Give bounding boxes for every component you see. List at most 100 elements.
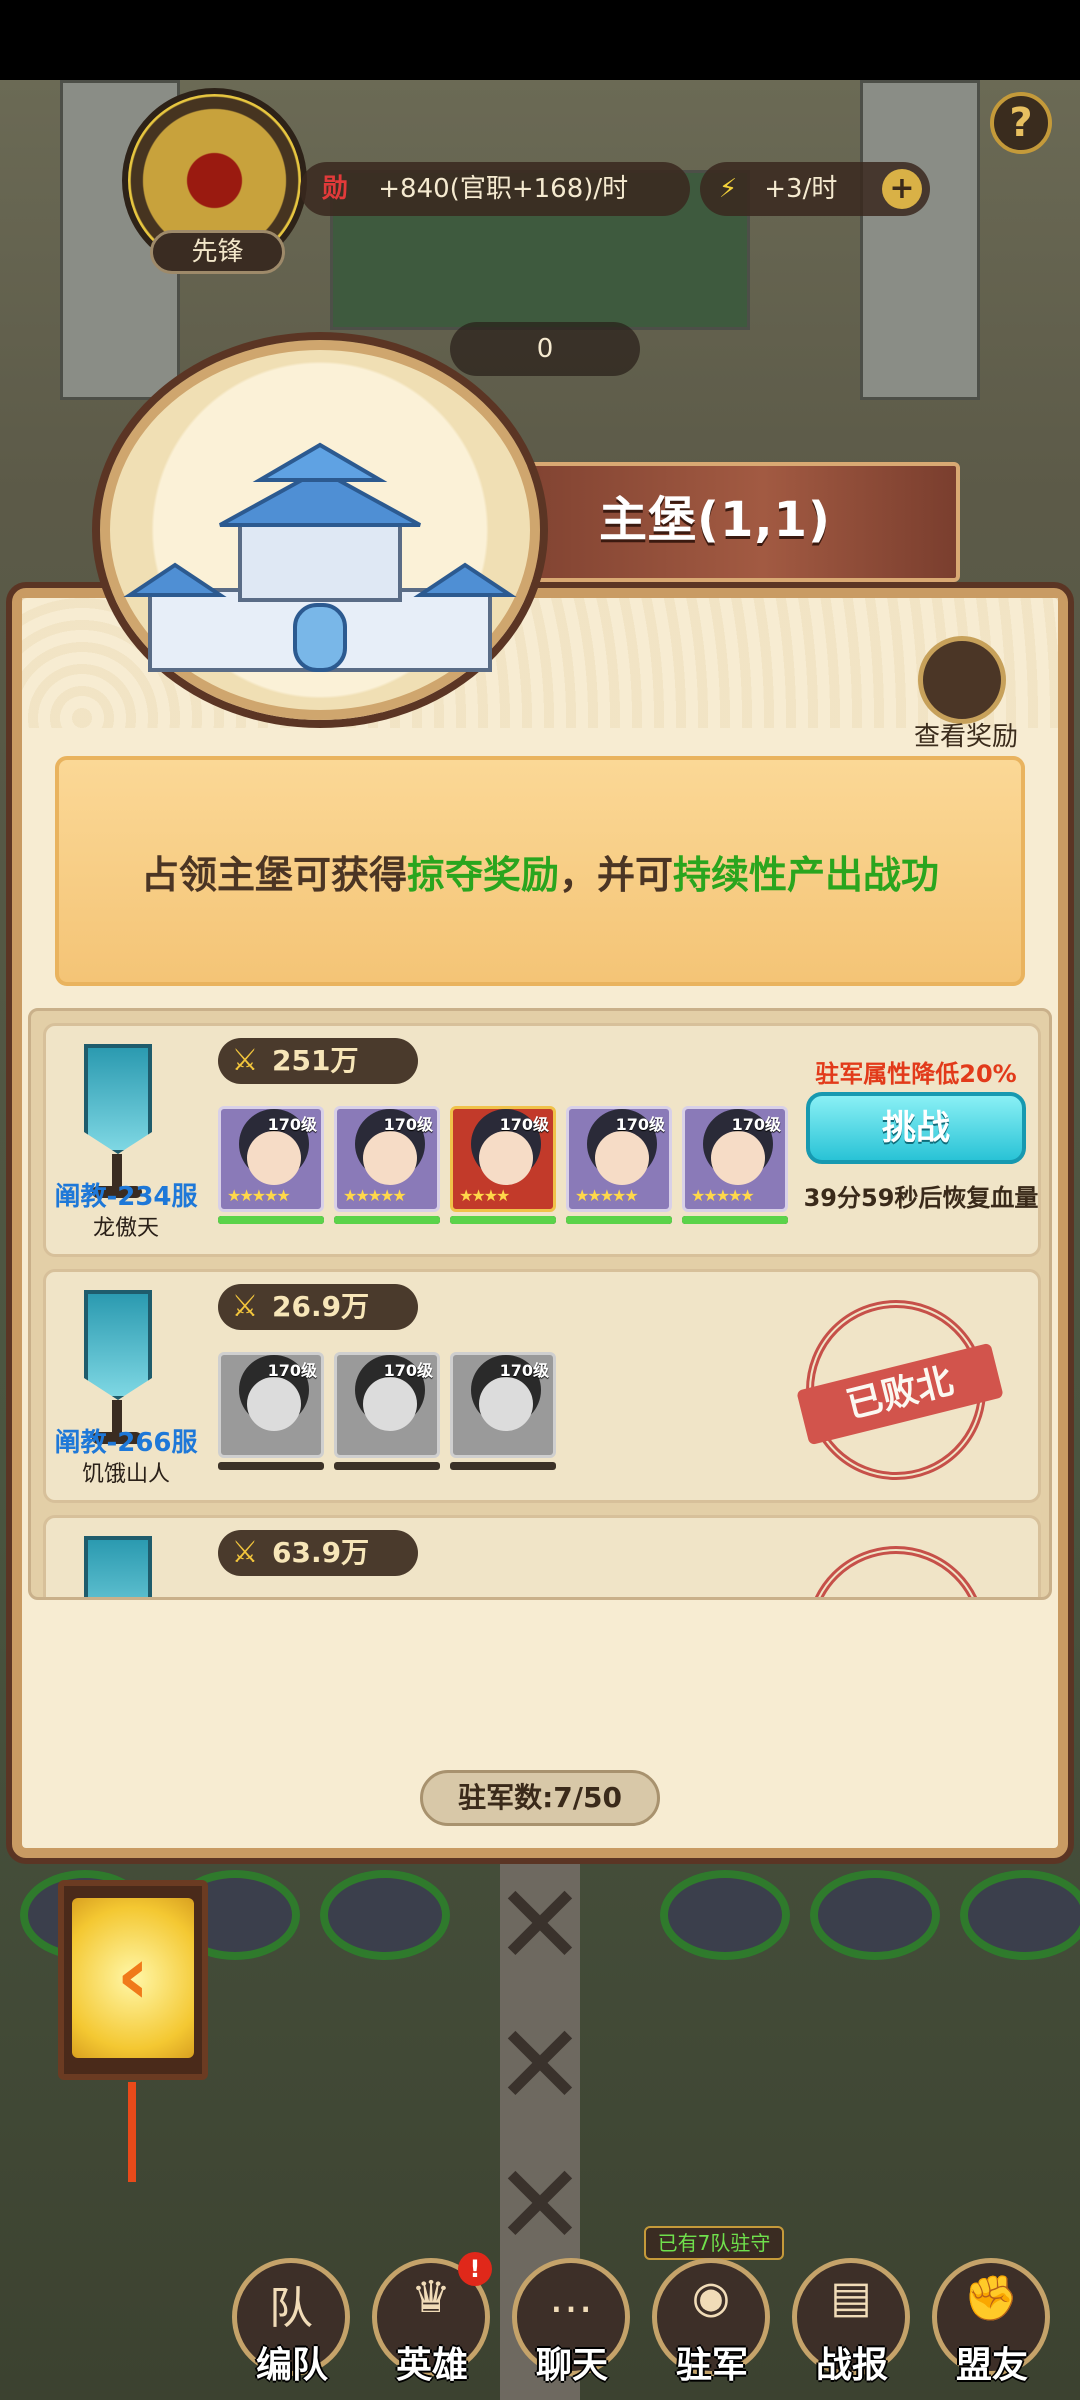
hero-level: 170级 — [383, 1361, 433, 1380]
counter-value: 0 — [536, 334, 554, 364]
barricade-icon: ✕ — [493, 2141, 587, 2269]
view-reward-label[interactable]: 查看奖励 — [896, 716, 1036, 753]
debuff-text: 驻军属性降低20% — [815, 1060, 1017, 1088]
hero-hp-bar — [682, 1216, 788, 1224]
recover-timer: 39分59秒后恢复血量 — [803, 1184, 1039, 1212]
hero-portrait — [479, 1377, 533, 1431]
hp-fill — [566, 1216, 672, 1224]
hero-portrait — [711, 1131, 765, 1185]
garrison-list[interactable]: 阐教-234服 龙傲天 ⚔ 251万 170级 ★★★★★ 170级 ★★★★★ 17… — [28, 1008, 1052, 1600]
player-name: 饥饿山人 — [81, 1462, 170, 1487]
garrison-row: 阐教-266服 饥饿山人 ⚔ 26.9万 170级 170级 170级 已败北 — [43, 1269, 1041, 1503]
chat-icon: … — [549, 2272, 593, 2323]
nav-ally-label[interactable]: 盟友 — [922, 2336, 1062, 2388]
server-name: 阐教-234服 — [54, 1182, 198, 1212]
nav-garrison-label[interactable]: 驻军 — [642, 2336, 782, 2388]
hero-hp-bar — [450, 1216, 556, 1224]
help-icon[interactable]: ? — [990, 92, 1052, 154]
castle-info-box: 占领主堡可获得掠夺奖励，并可持续性产出战功 — [55, 756, 1025, 986]
player-name: 龙傲天 — [92, 1216, 159, 1241]
faction-flag-icon — [84, 1290, 152, 1400]
crossed-swords-icon: ⚔ — [231, 1043, 259, 1078]
hero-portrait — [247, 1131, 301, 1185]
lightning-icon: ⚡ — [718, 174, 738, 204]
hero-portrait — [247, 1377, 301, 1431]
hero-hp-bar — [218, 1462, 324, 1470]
nav-hero-label[interactable]: 英雄 — [362, 2336, 502, 2388]
crossed-swords-icon: ⚔ — [231, 1535, 259, 1570]
garrison-slot[interactable] — [320, 1870, 450, 1960]
hero-card[interactable]: 170级 ★★★★★ — [334, 1106, 440, 1212]
challenge-button[interactable]: 挑战 — [806, 1092, 1026, 1164]
defeat-stamp — [806, 1546, 986, 1597]
ally-icon: ✊ — [963, 2273, 1019, 2324]
hp-fill — [218, 1216, 324, 1224]
hero-stars: ★★★★★ — [691, 1186, 755, 1205]
energy-rate-pill: ⚡ +3/时 + — [700, 162, 930, 216]
hero-card[interactable]: 170级 ★★★★★ — [566, 1106, 672, 1212]
back-button-rope — [128, 2082, 136, 2182]
hp-fill — [682, 1216, 788, 1224]
hero-level: 170级 — [615, 1115, 665, 1134]
hero-card[interactable]: 170级 ★★★★ — [450, 1106, 556, 1212]
info-highlight-merit: 持续性产出战功 — [673, 853, 940, 897]
back-arrow-icon: ‹ — [116, 1929, 150, 2022]
hero-hp-bar — [334, 1462, 440, 1470]
castle-portrait — [100, 340, 540, 720]
nav-chat-label[interactable]: 聊天 — [502, 2336, 642, 2388]
barricade-icon: ✕ — [493, 1861, 587, 1989]
merit-rate: +840(官职+168)/时 — [378, 174, 629, 204]
hero-card[interactable]: 170级 ★★★★★ — [682, 1106, 788, 1212]
hero-card[interactable]: 170级 — [450, 1352, 556, 1458]
hero-card[interactable]: 170级 ★★★★★ — [218, 1106, 324, 1212]
garrison-note: 已有7队驻守 — [644, 2226, 784, 2260]
server-name: 阐教-266服 — [54, 1428, 198, 1458]
power-value: 63.9万 — [272, 1536, 370, 1569]
info-text-2: ，并可 — [559, 853, 674, 897]
wall-right — [860, 80, 980, 400]
hero-level: 170级 — [731, 1115, 781, 1134]
info-highlight-plunder: 掠夺奖励 — [406, 853, 559, 897]
power-badge: ⚔ 251万 — [218, 1038, 418, 1084]
hero-hp-bar — [334, 1216, 440, 1224]
hero-card[interactable]: 170级 — [334, 1352, 440, 1458]
hero-stars: ★★★★★ — [343, 1186, 407, 1205]
castle-icon — [123, 442, 517, 672]
power-value: 251万 — [272, 1044, 359, 1077]
hero-portrait — [479, 1131, 533, 1185]
hero-portrait — [595, 1131, 649, 1185]
info-text-1: 占领主堡可获得 — [140, 853, 407, 897]
power-value: 26.9万 — [272, 1290, 370, 1323]
nav-team-label[interactable]: 编队 — [222, 2336, 362, 2388]
report-icon: ▤ — [830, 2272, 872, 2323]
garrison-slot[interactable] — [810, 1870, 940, 1960]
hero-stars: ★★★★ — [459, 1186, 510, 1205]
hero-hp-bar — [450, 1462, 556, 1470]
power-badge: ⚔ 26.9万 — [218, 1284, 418, 1330]
faction-flag-icon — [84, 1044, 152, 1154]
faction-flag-icon — [84, 1536, 152, 1597]
castle-title: 主堡(1,1) — [470, 462, 960, 582]
hero-hp-bar — [566, 1216, 672, 1224]
hero-stars: ★★★★★ — [227, 1186, 291, 1205]
hero-level: 170级 — [499, 1115, 549, 1134]
garrison-slot[interactable] — [960, 1870, 1080, 1960]
nav-report-label[interactable]: 战报 — [782, 2336, 922, 2388]
garrison-slot[interactable] — [660, 1870, 790, 1960]
back-button[interactable]: ‹ — [72, 1898, 194, 2058]
rank-label: 先锋 — [150, 230, 285, 274]
treasure-chest-icon[interactable] — [918, 636, 1006, 724]
defeat-stamp-text: 已败北 — [796, 1342, 1004, 1446]
barricade-icon: ✕ — [493, 2001, 587, 2129]
garrison-icon: ◉ — [691, 2272, 731, 2323]
hero-level: 170级 — [499, 1361, 549, 1380]
plus-icon[interactable]: + — [882, 169, 922, 209]
garrison-row: ⚔ 63.9万 — [43, 1515, 1041, 1597]
hero-hp-bar — [218, 1216, 324, 1224]
energy-rate: +3/时 — [764, 174, 838, 204]
hero-level: 170级 — [383, 1115, 433, 1134]
hero-card[interactable]: 170级 — [218, 1352, 324, 1458]
defeat-stamp: 已败北 — [796, 1300, 1004, 1480]
hero-portrait — [363, 1131, 417, 1185]
garrison-row: 阐教-234服 龙傲天 ⚔ 251万 170级 ★★★★★ 170级 ★★★★★ 17… — [43, 1023, 1041, 1257]
